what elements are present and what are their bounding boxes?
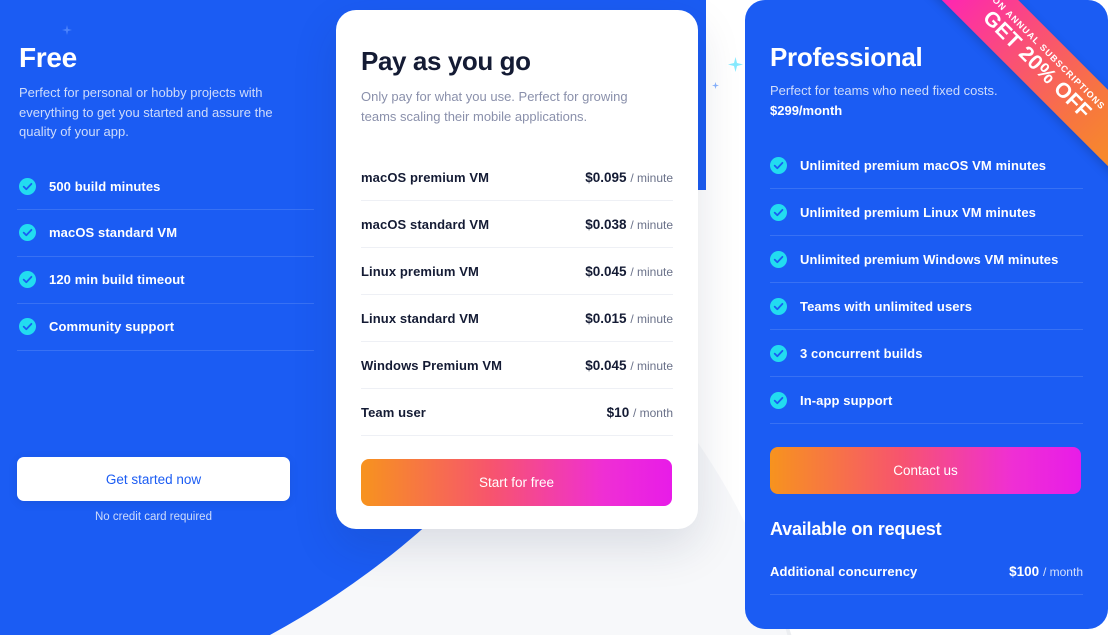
feature-list-professional: Unlimited premium macOS VM minutes Unlim… <box>770 142 1083 424</box>
price-row: Windows Premium VM $0.045 / minute <box>361 342 673 390</box>
price-label: Team user <box>361 404 426 420</box>
check-circle-icon <box>19 271 36 288</box>
feature-item: macOS standard VM <box>17 210 314 257</box>
price-amount: $10 <box>606 404 630 420</box>
plan-card-professional: ON ANNUAL SUBSCRIPTIONS GET 20% OFF Prof… <box>745 0 1108 629</box>
price-label: macOS premium VM <box>361 170 490 186</box>
feature-label: Unlimited premium Linux VM minutes <box>800 204 1036 220</box>
price-value: $0.015 / minute <box>585 311 673 326</box>
plan-title-free: Free <box>19 42 77 73</box>
price-table: macOS premium VM $0.095 / minute macOS s… <box>361 154 673 437</box>
get-started-button[interactable]: Get started now <box>17 457 290 501</box>
price-amount: $0.095 <box>585 170 627 186</box>
feature-item: Community support <box>17 304 314 351</box>
plan-card-free: Free Perfect for personal or hobby proje… <box>0 0 336 635</box>
plan-description-payg: Only pay for what you use. Perfect for g… <box>361 89 628 124</box>
plan-price-professional: $299/month <box>770 102 843 118</box>
available-amount: $100 <box>1009 563 1040 579</box>
feature-label: 120 min build timeout <box>49 272 185 287</box>
price-row: Team user $10 / month <box>361 389 673 437</box>
feature-item: 500 build minutes <box>17 163 314 210</box>
check-circle-icon <box>770 156 787 174</box>
contact-us-button[interactable]: Contact us <box>770 447 1081 494</box>
feature-item: In-app support <box>770 377 1083 424</box>
price-value: $0.045 / minute <box>585 358 673 373</box>
check-circle-icon <box>19 318 36 335</box>
price-unit: / minute <box>630 358 673 373</box>
price-value: $0.095 / minute <box>585 170 673 185</box>
price-row: macOS premium VM $0.095 / minute <box>361 154 673 202</box>
check-circle-icon <box>770 297 787 315</box>
price-amount: $0.045 <box>585 357 627 373</box>
check-circle-icon <box>770 344 787 362</box>
price-value: $10 / month <box>607 405 673 420</box>
available-value: $100 / month <box>1009 564 1083 579</box>
plan-description-professional: Perfect for teams who need fixed costs. … <box>770 81 1030 120</box>
price-amount: $0.015 <box>585 310 627 326</box>
feature-label: 3 concurrent builds <box>800 345 923 361</box>
price-unit: / month <box>632 405 673 420</box>
feature-list-free: 500 build minutes macOS standard VM 120 … <box>17 163 314 351</box>
check-circle-icon <box>19 177 36 195</box>
feature-item: Unlimited premium Linux VM minutes <box>770 189 1083 236</box>
plan-card-pay-as-you-go: Pay as you go Only pay for what you use.… <box>336 10 698 529</box>
available-on-request-title: Available on request <box>770 519 942 539</box>
price-label: Linux standard VM <box>361 310 479 326</box>
price-value: $0.038 / minute <box>585 217 673 232</box>
start-for-free-button[interactable]: Start for free <box>361 459 672 507</box>
price-row: macOS standard VM $0.038 / minute <box>361 201 673 249</box>
no-credit-card-note: No credit card required <box>95 511 212 523</box>
pro-desc-text: Perfect for teams who need fixed costs. <box>770 83 998 98</box>
feature-item: 120 min build timeout <box>17 257 314 304</box>
pricing-page: Free Perfect for personal or hobby proje… <box>0 0 1108 635</box>
sparkle-icon <box>712 82 719 89</box>
feature-label: 500 build minutes <box>49 178 161 194</box>
plan-description-free: Perfect for personal or hobby projects w… <box>19 85 273 139</box>
price-value: $0.045 / minute <box>585 264 673 279</box>
feature-item: Teams with unlimited users <box>770 283 1083 330</box>
feature-label: Unlimited premium Windows VM minutes <box>800 251 1059 267</box>
price-unit: / minute <box>630 171 673 186</box>
price-amount: $0.038 <box>585 216 627 232</box>
feature-label: Unlimited premium macOS VM minutes <box>800 157 1047 173</box>
available-unit: / month <box>1042 564 1083 579</box>
price-row: Linux standard VM $0.015 / minute <box>361 295 673 343</box>
check-circle-icon <box>19 224 36 241</box>
price-label: macOS standard VM <box>361 216 490 232</box>
feature-label: macOS standard VM <box>49 225 178 240</box>
feature-label: Teams with unlimited users <box>800 298 973 314</box>
price-label: Windows Premium VM <box>361 357 503 373</box>
sparkle-icon <box>728 57 743 72</box>
price-unit: / minute <box>630 311 673 326</box>
feature-item: 3 concurrent builds <box>770 330 1083 377</box>
price-label: Linux premium VM <box>361 263 479 279</box>
price-unit: / minute <box>630 264 673 279</box>
price-unit: / minute <box>630 217 673 232</box>
feature-label: Community support <box>49 319 175 334</box>
feature-label: In-app support <box>800 392 893 408</box>
price-row: Linux premium VM $0.045 / minute <box>361 248 673 296</box>
check-circle-icon <box>770 250 787 268</box>
plan-title-payg: Pay as you go <box>361 46 531 76</box>
feature-item: Unlimited premium macOS VM minutes <box>770 142 1083 189</box>
check-circle-icon <box>770 203 787 221</box>
available-row: Additional concurrency $100 / month <box>770 548 1083 595</box>
check-circle-icon <box>770 391 787 409</box>
feature-item: Unlimited premium Windows VM minutes <box>770 236 1083 283</box>
price-amount: $0.045 <box>585 263 627 279</box>
available-label: Additional concurrency <box>770 563 918 579</box>
